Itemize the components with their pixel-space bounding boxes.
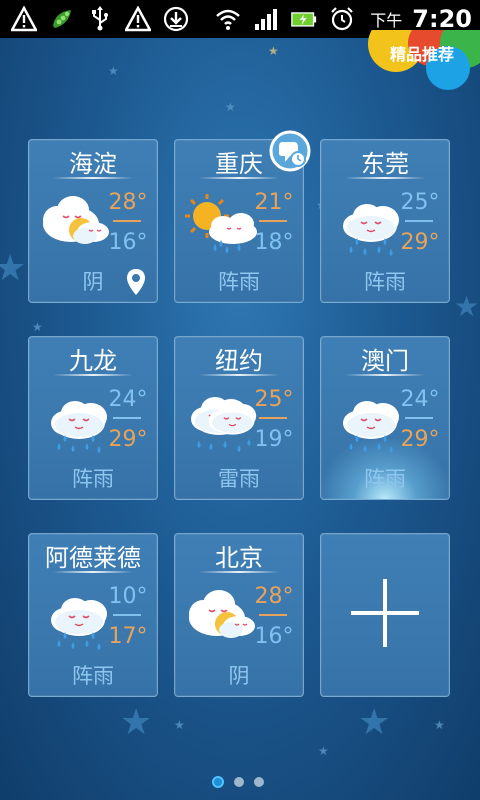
sun-shower-icon (181, 186, 261, 256)
temp-low: 17° (108, 624, 148, 649)
star-decoration: ★ (434, 718, 445, 732)
divider (345, 177, 425, 179)
temp-low: 19° (254, 427, 294, 452)
divider (53, 177, 133, 179)
page-dot[interactable] (234, 777, 244, 787)
pea-icon (48, 5, 76, 33)
temp-high: 24° (400, 387, 440, 412)
temp-high: 21° (254, 190, 294, 215)
city-card[interactable]: 纽约 25° 19° 雷雨 (174, 336, 304, 500)
city-card[interactable]: 重庆 21° 18° 阵雨 (174, 130, 311, 303)
city-name: 阿德莱德 (45, 544, 141, 572)
location-pin-icon (127, 269, 145, 295)
temp-separator (113, 220, 141, 222)
weather-condition: 阵雨 (72, 467, 114, 491)
temp-low: 29° (400, 427, 440, 452)
recommend-button[interactable]: 精品推荐 (370, 36, 474, 70)
rain-cloud-icon (327, 383, 407, 453)
temp-separator (405, 220, 433, 222)
clock-badge-icon (269, 130, 311, 172)
weather-condition: 阵雨 (364, 467, 406, 491)
city-card[interactable]: 九龙 24° 29° 阵雨 (28, 336, 158, 500)
temp-low: 18° (254, 230, 294, 255)
temp-separator (259, 220, 287, 222)
status-clock: 7:20 (412, 5, 472, 33)
rain-cloud-icon (35, 580, 115, 650)
cloudy-sun-icon (35, 186, 115, 256)
temp-separator (405, 417, 433, 419)
weather-condition: 阵雨 (364, 270, 406, 294)
city-name: 纽约 (215, 347, 263, 375)
city-name: 九龙 (69, 347, 117, 375)
temp-separator (259, 614, 287, 616)
page-dot[interactable] (254, 777, 264, 787)
city-name: 澳门 (361, 347, 409, 375)
temp-low: 29° (108, 427, 148, 452)
star-decoration: ★ (108, 64, 119, 78)
thunderstorm-icon (181, 383, 261, 453)
city-card[interactable]: 海淀 28° 16° 阴 (28, 139, 158, 303)
temp-high: 28° (108, 190, 148, 215)
download-icon (162, 5, 190, 33)
star-decoration: ★ (454, 290, 480, 323)
city-card[interactable]: 北京 28° 16° 阴 (174, 533, 304, 697)
divider (345, 374, 425, 376)
divider (199, 374, 279, 376)
star-decoration: ★ (268, 44, 279, 58)
signal-icon (252, 5, 280, 33)
star-decoration: ★ (174, 718, 185, 732)
star-decoration: ★ (318, 744, 329, 758)
alarm-icon (328, 5, 356, 33)
add-city-button[interactable] (320, 533, 450, 697)
weather-condition: 阴 (228, 664, 250, 688)
page-dot-active[interactable] (212, 776, 224, 788)
temp-low: 29° (400, 230, 440, 255)
city-name: 海淀 (69, 150, 117, 178)
city-name: 北京 (215, 544, 263, 572)
status-ampm: 下午 (370, 11, 403, 30)
weather-condition: 雷雨 (218, 467, 260, 491)
battery-icon (290, 5, 318, 33)
star-decoration: ★ (32, 320, 43, 334)
temp-high: 24° (108, 387, 148, 412)
star-decoration: ★ (0, 248, 27, 289)
weather-condition: 阵雨 (218, 270, 260, 294)
star-decoration: ★ (358, 702, 391, 743)
temp-high: 25° (254, 387, 294, 412)
temp-separator (113, 614, 141, 616)
city-card[interactable]: 东莞 25° 29° 阵雨 (320, 139, 450, 303)
temp-high: 10° (108, 584, 148, 609)
temp-low: 16° (254, 624, 294, 649)
temp-separator (259, 417, 287, 419)
divider (199, 177, 279, 179)
usb-icon (86, 5, 114, 33)
rain-cloud-icon (35, 383, 115, 453)
divider (53, 374, 133, 376)
divider (53, 571, 133, 573)
temp-separator (113, 417, 141, 419)
temp-low: 16° (108, 230, 148, 255)
temp-high: 25° (400, 190, 440, 215)
warning-icon (10, 5, 38, 33)
city-card[interactable]: 阿德莱德 10° 17° 阵雨 (28, 533, 158, 697)
divider (199, 571, 279, 573)
star-decoration: ★ (225, 100, 236, 114)
warning-icon (124, 5, 152, 33)
page-indicator (212, 776, 264, 788)
star-decoration: ★ (120, 702, 153, 743)
city-card[interactable]: 澳门 24° 29° 阵雨 (320, 336, 450, 500)
wifi-icon (214, 5, 242, 33)
weather-condition: 阵雨 (72, 664, 114, 688)
plus-icon (351, 579, 419, 647)
cloudy-sun-icon (181, 580, 261, 650)
rain-cloud-icon (327, 186, 407, 256)
city-name: 东莞 (361, 150, 409, 178)
temp-high: 28° (254, 584, 294, 609)
